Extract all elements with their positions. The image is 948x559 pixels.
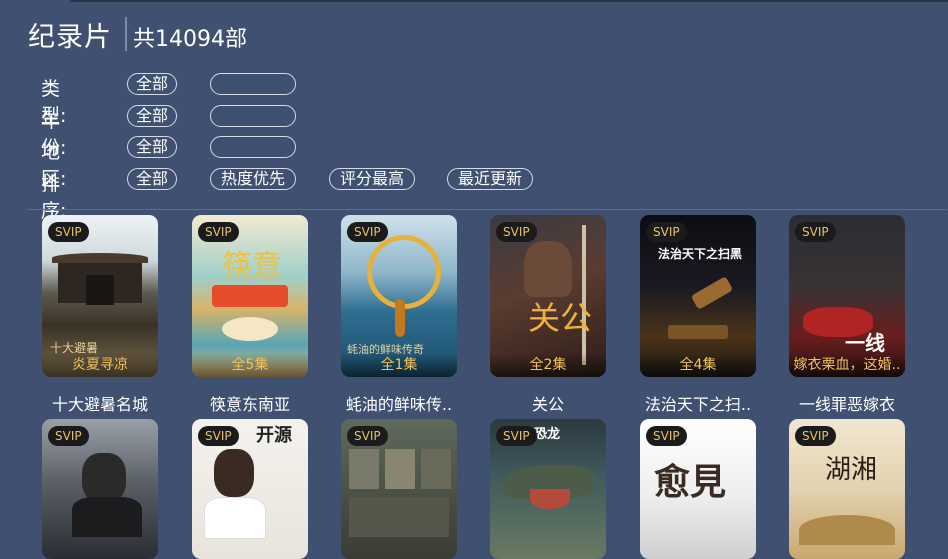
svip-badge: SVIP xyxy=(646,426,687,446)
svip-badge: SVIP xyxy=(795,222,836,242)
video-card[interactable]: 法治天下之扫黑 SVIP 全4集 xyxy=(640,215,756,377)
poster-caption: 一线 xyxy=(845,331,885,355)
poster-caption: 筷意 xyxy=(222,249,282,284)
filter-region-all[interactable]: 全部 xyxy=(127,136,177,158)
svip-badge: SVIP xyxy=(198,222,239,242)
episode-label: 全5集 xyxy=(192,353,308,377)
card-title[interactable]: 十大避暑名城 xyxy=(25,391,175,415)
video-card[interactable]: 十大避暑 SVIP 炎夏寻凉 xyxy=(42,215,158,377)
title-divider xyxy=(125,17,127,51)
top-edge-line xyxy=(70,0,948,2)
video-card[interactable]: 蚝油的鲜味传奇 SVIP 全1集 xyxy=(341,215,457,377)
card-title[interactable]: 一线罪恶嫁衣 xyxy=(772,391,922,415)
svip-badge: SVIP xyxy=(347,426,388,446)
video-card[interactable]: 湖湘 SVIP xyxy=(789,419,905,559)
sort-top-rated[interactable]: 评分最高 xyxy=(329,167,415,190)
video-card[interactable]: 开源 SVIP xyxy=(192,419,308,559)
poster-caption: 开源 xyxy=(256,425,292,446)
video-card[interactable]: 愈見 SVIP xyxy=(640,419,756,559)
episode-label: 嫁衣栗血，这婚.. xyxy=(789,353,905,377)
svip-badge: SVIP xyxy=(646,222,687,242)
filter-type-all[interactable]: 全部 xyxy=(127,73,177,95)
sort-all[interactable]: 全部 xyxy=(127,167,177,190)
svip-badge: SVIP xyxy=(198,426,239,446)
filter-separator xyxy=(27,209,947,210)
filter-year-empty[interactable] xyxy=(210,104,296,127)
episode-label: 炎夏寻凉 xyxy=(42,353,158,377)
svip-badge: SVIP xyxy=(48,426,89,446)
svip-badge: SVIP xyxy=(496,222,537,242)
card-title[interactable]: 蚝油的鲜味传.. xyxy=(324,391,474,415)
episode-label: 全2集 xyxy=(490,353,606,377)
svip-badge: SVIP xyxy=(347,222,388,242)
svip-badge: SVIP xyxy=(496,426,537,446)
sort-latest[interactable]: 最近更新 xyxy=(447,167,533,190)
card-title[interactable]: 关公 xyxy=(473,391,623,415)
poster-caption: 湖湘 xyxy=(825,455,878,485)
episode-label: 全4集 xyxy=(640,353,756,377)
episode-label: 全1集 xyxy=(341,353,457,377)
filter-region-empty[interactable] xyxy=(210,136,296,158)
poster-caption: 法治天下之扫黑 xyxy=(658,247,743,261)
svip-badge: SVIP xyxy=(48,222,89,242)
sort-popular[interactable]: 热度优先 xyxy=(210,167,296,190)
page-title: 纪录片 xyxy=(28,21,112,53)
filter-type-empty[interactable] xyxy=(210,73,296,95)
video-card[interactable]: 筷意 SVIP 全5集 xyxy=(192,215,308,377)
total-count: 共14094部 xyxy=(133,27,247,52)
poster-caption: 恐龙 xyxy=(534,427,561,442)
video-card[interactable]: 一线 SVIP 嫁衣栗血，这婚.. xyxy=(789,215,905,377)
filter-year-all[interactable]: 全部 xyxy=(127,104,177,127)
card-title[interactable]: 法治天下之扫.. xyxy=(623,391,773,415)
poster-caption: 关公 xyxy=(528,299,593,337)
poster-caption: 愈見 xyxy=(654,461,727,503)
video-card[interactable]: 恐龙 SVIP xyxy=(490,419,606,559)
page-header: 纪录片 共14094部 xyxy=(28,14,247,54)
video-card[interactable]: 关公 SVIP 全2集 xyxy=(490,215,606,377)
svip-badge: SVIP xyxy=(795,426,836,446)
card-title[interactable]: 筷意东南亚 xyxy=(175,391,325,415)
video-card[interactable]: SVIP xyxy=(341,419,457,559)
video-card[interactable]: SVIP xyxy=(42,419,158,559)
